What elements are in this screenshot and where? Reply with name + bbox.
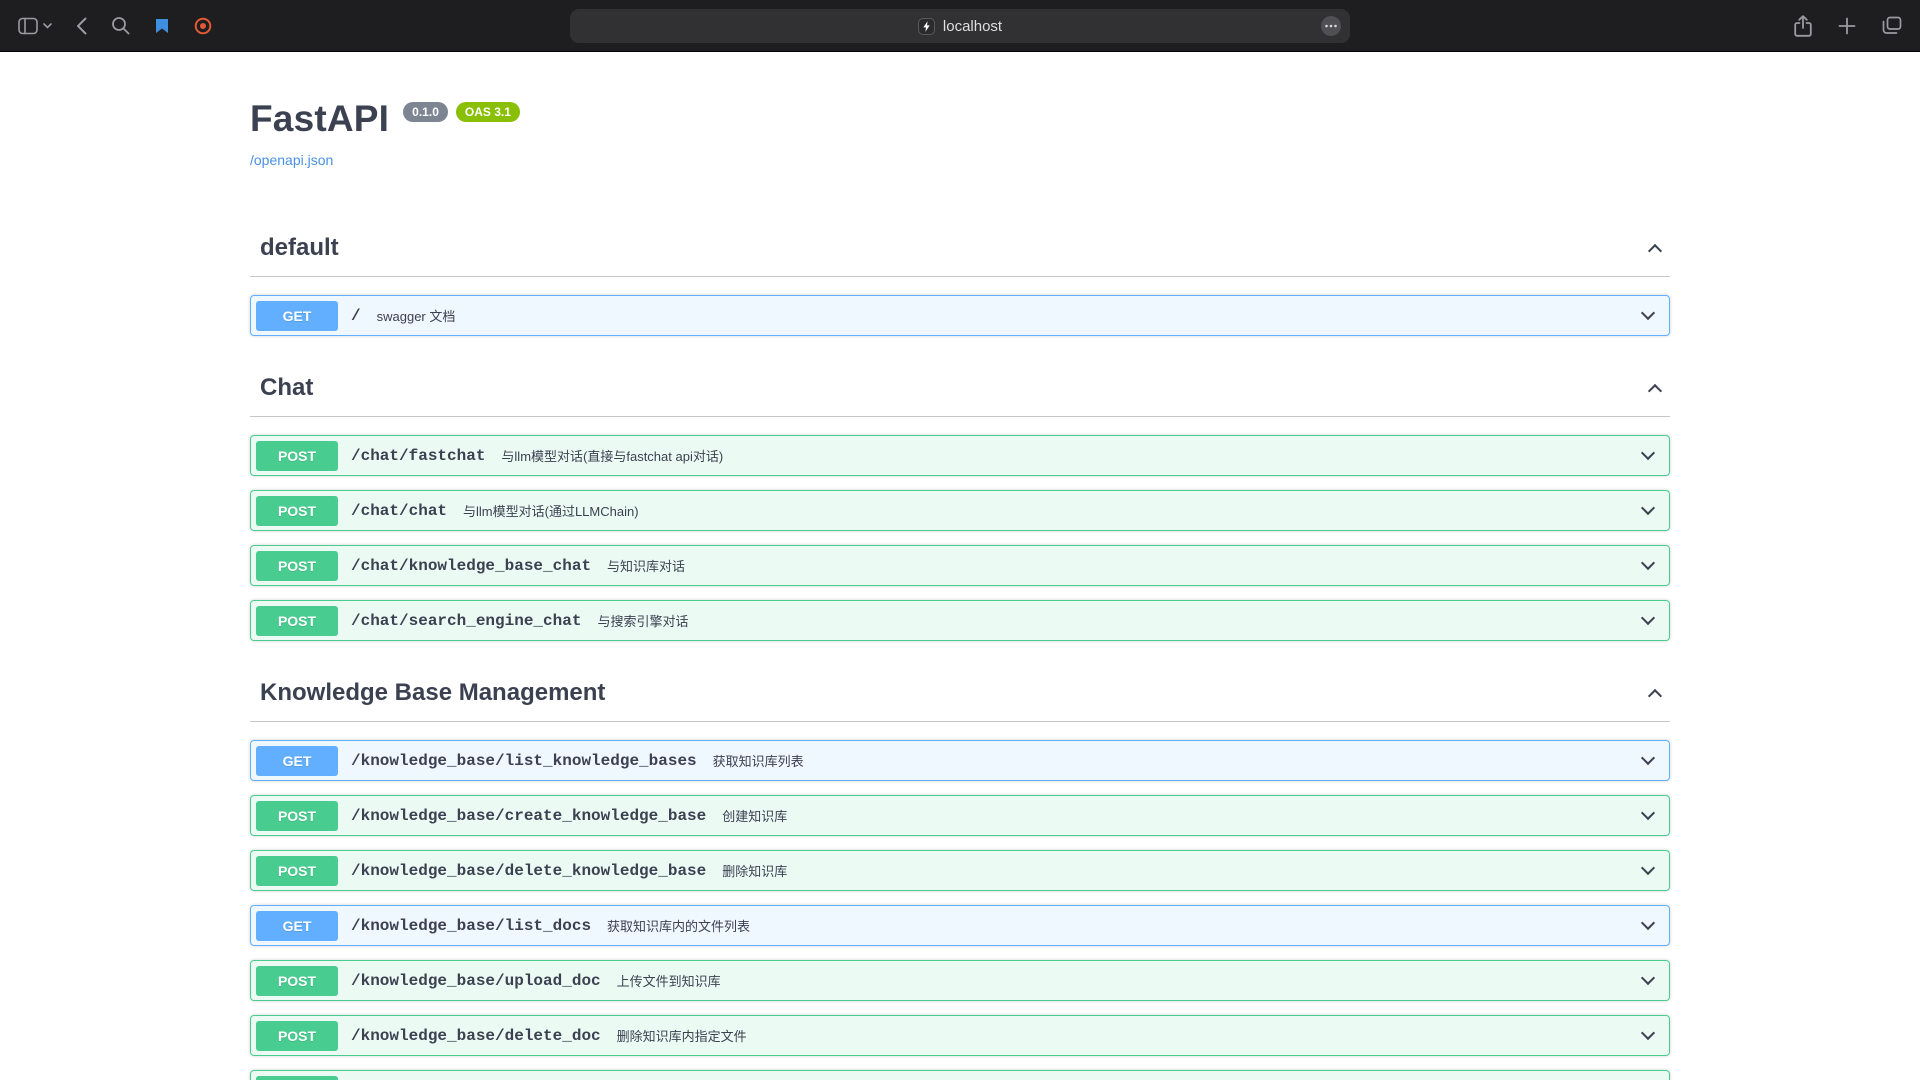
oas-badge: OAS 3.1: [456, 102, 520, 122]
endpoint-description: 与知识库对话: [607, 556, 685, 575]
endpoint-row[interactable]: POST /chat/knowledge_base_chat 与知识库对话: [250, 545, 1670, 586]
method-badge: POST: [256, 496, 338, 526]
endpoint-path: /knowledge_base/upload_doc: [351, 972, 601, 990]
expand-chevron-icon[interactable]: [1641, 806, 1655, 820]
expand-chevron-icon[interactable]: [1641, 446, 1655, 460]
site-favicon: [918, 18, 935, 35]
method-badge: POST: [256, 1021, 338, 1051]
browser-toolbar: localhost: [0, 0, 1920, 52]
chevron-down-icon: [43, 23, 52, 29]
endpoint-row[interactable]: POST /chat/chat 与llm模型对话(通过LLMChain): [250, 490, 1670, 531]
expand-chevron-icon[interactable]: [1641, 971, 1655, 985]
section-title: Knowledge Base Management: [260, 679, 605, 707]
api-section: Knowledge Base Management GET /knowledge…: [250, 671, 1670, 1080]
expand-chevron-icon[interactable]: [1641, 751, 1655, 765]
new-tab-icon[interactable]: [1838, 17, 1856, 35]
collapse-chevron-icon[interactable]: [1648, 688, 1662, 702]
endpoint-path: /knowledge_base/list_docs: [351, 917, 591, 935]
section-header[interactable]: default: [250, 226, 1670, 277]
version-badge: 0.1.0: [403, 102, 448, 122]
endpoint-path: /knowledge_base/delete_knowledge_base: [351, 862, 706, 880]
endpoint-description: 删除知识库: [722, 861, 787, 880]
search-icon[interactable]: [111, 16, 130, 35]
endpoint-description: 获取知识库列表: [713, 751, 804, 770]
endpoint-row[interactable]: POST /knowledge_base/update_doc 更新现有文件到知…: [250, 1070, 1670, 1080]
endpoint-description: 创建知识库: [722, 806, 787, 825]
expand-chevron-icon[interactable]: [1641, 501, 1655, 515]
endpoint-path: /knowledge_base/delete_doc: [351, 1027, 601, 1045]
section-title: Chat: [260, 374, 313, 402]
endpoint-description: 与llm模型对话(直接与fastchat api对话): [501, 446, 723, 465]
endpoint-path: /knowledge_base/create_knowledge_base: [351, 807, 706, 825]
endpoint-description: 与llm模型对话(通过LLMChain): [463, 501, 639, 520]
method-badge: POST: [256, 1076, 338, 1080]
ellipsis-circle-icon[interactable]: [1320, 15, 1342, 37]
bookmark-extension-icon[interactable]: [154, 17, 170, 35]
swagger-page: FastAPI 0.1.0 OAS 3.1 /openapi.json defa…: [0, 52, 1920, 1080]
method-badge: POST: [256, 441, 338, 471]
api-header: FastAPI 0.1.0 OAS 3.1: [250, 98, 1670, 140]
method-badge: POST: [256, 966, 338, 996]
api-section: default GET / swagger 文档: [250, 226, 1670, 354]
endpoint-path: /chat/knowledge_base_chat: [351, 557, 591, 575]
endpoint-row[interactable]: GET /knowledge_base/list_docs 获取知识库内的文件列…: [250, 905, 1670, 946]
method-badge: POST: [256, 856, 338, 886]
endpoint-description: 与搜索引擎对话: [597, 611, 688, 630]
collapse-chevron-icon[interactable]: [1648, 243, 1662, 257]
endpoint-description: 上传文件到知识库: [617, 971, 721, 990]
collapse-chevron-icon[interactable]: [1648, 383, 1662, 397]
endpoint-path: /: [351, 307, 361, 325]
back-button[interactable]: [76, 17, 87, 35]
endpoint-row[interactable]: POST /knowledge_base/create_knowledge_ba…: [250, 795, 1670, 836]
sidebar-icon: [18, 17, 38, 35]
method-badge: GET: [256, 746, 338, 776]
expand-chevron-icon[interactable]: [1641, 306, 1655, 320]
endpoint-description: 获取知识库内的文件列表: [607, 916, 750, 935]
endpoint-row[interactable]: POST /knowledge_base/delete_doc 删除知识库内指定…: [250, 1015, 1670, 1056]
sections: default GET / swagger 文档 Chat POST /chat…: [250, 226, 1670, 1080]
method-badge: POST: [256, 801, 338, 831]
endpoint-path: /chat/fastchat: [351, 447, 485, 465]
endpoint-list: GET /knowledge_base/list_knowledge_bases…: [250, 722, 1670, 1080]
expand-chevron-icon[interactable]: [1641, 1026, 1655, 1040]
method-badge: GET: [256, 301, 338, 331]
endpoint-row[interactable]: POST /knowledge_base/delete_knowledge_ba…: [250, 850, 1670, 891]
endpoint-path: /chat/search_engine_chat: [351, 612, 581, 630]
method-badge: GET: [256, 911, 338, 941]
method-badge: POST: [256, 551, 338, 581]
endpoint-row[interactable]: GET /knowledge_base/list_knowledge_bases…: [250, 740, 1670, 781]
endpoint-row[interactable]: GET / swagger 文档: [250, 295, 1670, 336]
expand-chevron-icon[interactable]: [1641, 611, 1655, 625]
api-section: Chat POST /chat/fastchat 与llm模型对话(直接与fas…: [250, 366, 1670, 659]
endpoint-row[interactable]: POST /chat/search_engine_chat 与搜索引擎对话: [250, 600, 1670, 641]
expand-chevron-icon[interactable]: [1641, 556, 1655, 570]
endpoint-path: /chat/chat: [351, 502, 447, 520]
endpoint-description: 删除知识库内指定文件: [617, 1026, 747, 1045]
endpoint-list: POST /chat/fastchat 与llm模型对话(直接与fastchat…: [250, 417, 1670, 659]
endpoint-list: GET / swagger 文档: [250, 277, 1670, 354]
section-title: default: [260, 234, 339, 262]
expand-chevron-icon[interactable]: [1641, 861, 1655, 875]
endpoint-row[interactable]: POST /chat/fastchat 与llm模型对话(直接与fastchat…: [250, 435, 1670, 476]
target-extension-icon[interactable]: [194, 17, 212, 35]
method-badge: POST: [256, 606, 338, 636]
section-header[interactable]: Knowledge Base Management: [250, 671, 1670, 722]
tab-overview-icon[interactable]: [1882, 16, 1902, 35]
expand-chevron-icon[interactable]: [1641, 916, 1655, 930]
url-text: localhost: [943, 18, 1002, 35]
share-icon[interactable]: [1794, 15, 1812, 37]
address-bar[interactable]: localhost: [570, 9, 1350, 43]
endpoint-row[interactable]: POST /knowledge_base/upload_doc 上传文件到知识库: [250, 960, 1670, 1001]
page-title: FastAPI: [250, 98, 389, 140]
sidebar-toggle-button[interactable]: [18, 17, 52, 35]
openapi-spec-link[interactable]: /openapi.json: [250, 152, 333, 168]
endpoint-description: swagger 文档: [377, 306, 456, 325]
section-header[interactable]: Chat: [250, 366, 1670, 417]
endpoint-path: /knowledge_base/list_knowledge_bases: [351, 752, 697, 770]
